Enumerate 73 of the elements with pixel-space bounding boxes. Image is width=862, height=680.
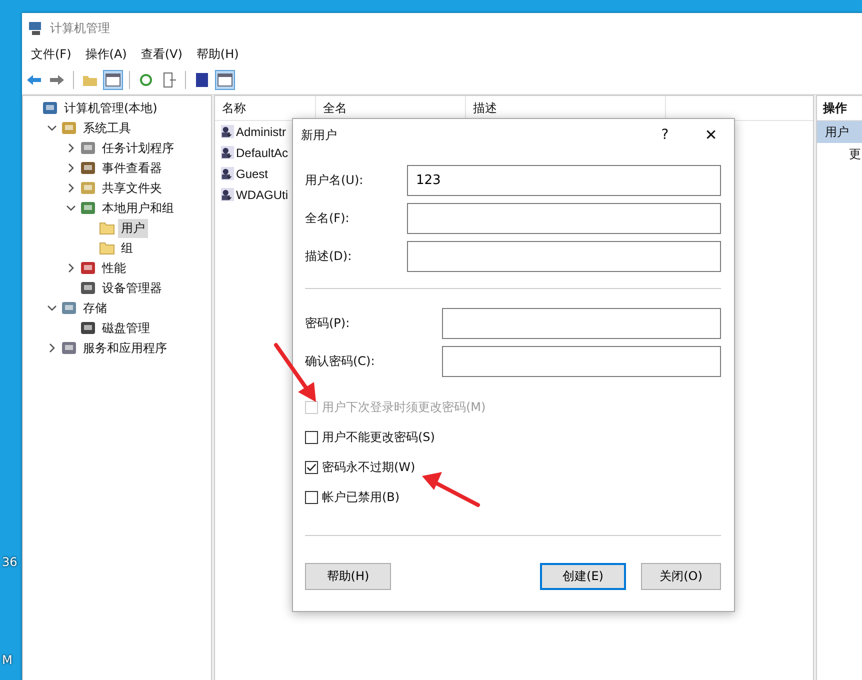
folder-icon (99, 240, 115, 256)
input-field[interactable] (407, 241, 721, 272)
tree-item[interactable]: 存储 (80, 298, 110, 318)
user-name[interactable]: WDAGUti (236, 188, 288, 202)
field-label: 描述(D): (305, 248, 353, 265)
tree-node-icon (80, 180, 96, 196)
tree-node-icon (80, 200, 96, 216)
dialog-button[interactable]: 创建(E) (540, 563, 626, 590)
tree-node-icon (61, 300, 77, 316)
user-name[interactable]: Administr (236, 124, 286, 138)
checkbox-label[interactable]: 帐户已禁用(B) (322, 488, 400, 506)
user-icon (220, 145, 235, 160)
dialog-button[interactable]: 帮助(H) (305, 563, 391, 590)
tree-item[interactable]: 用户 (118, 218, 148, 238)
pane-icon[interactable] (215, 70, 235, 90)
user-icon (220, 166, 235, 181)
tree-item[interactable]: 性能 (99, 258, 129, 278)
tree-item[interactable]: 磁盘管理 (99, 318, 153, 338)
password-field[interactable] (442, 308, 721, 339)
chevron-down-icon[interactable] (65, 203, 77, 213)
tree-item[interactable]: 系统工具 (80, 118, 134, 138)
tree-node-icon (80, 140, 96, 156)
folder-icon (99, 220, 115, 236)
tree-item[interactable]: 设备管理器 (99, 278, 165, 298)
tree-node-icon (61, 340, 77, 356)
field-label: 用户名(U): (305, 172, 364, 189)
user-icon (220, 187, 235, 202)
tree-node-icon (80, 160, 96, 176)
checkbox-label[interactable]: 用户不能更改密码(S) (322, 428, 435, 446)
tree-item[interactable]: 共享文件夹 (99, 178, 165, 198)
tree-node-icon (61, 120, 77, 136)
tree-node-icon (80, 280, 96, 296)
tree-item[interactable]: 计算机管理(本地) (61, 98, 160, 118)
input-field[interactable]: 123 (407, 165, 721, 196)
tree-item[interactable]: 本地用户和组 (99, 198, 177, 218)
menu-item[interactable]: 操作(A) (80, 44, 132, 65)
tree-item[interactable]: 组 (118, 238, 136, 258)
tree-node-icon (42, 100, 58, 116)
password-field[interactable] (442, 346, 721, 377)
checkbox[interactable] (305, 490, 318, 504)
computer-icon (28, 20, 44, 36)
input-field[interactable] (407, 203, 721, 234)
tree-node-icon (80, 320, 96, 336)
pane-icon[interactable] (103, 70, 123, 90)
desktop-icon-label: M (2, 653, 12, 667)
tree-item[interactable]: 任务计划程序 (99, 138, 177, 158)
checkbox[interactable] (305, 460, 318, 474)
field-label: 确认密码(C): (305, 353, 376, 370)
annotation-arrow (274, 343, 316, 402)
user-name[interactable]: Guest (236, 166, 268, 180)
tree-node-icon (80, 260, 96, 276)
field-label: 密码(P): (305, 315, 351, 332)
tree-item[interactable]: 事件查看器 (99, 158, 165, 178)
chevron-down-icon[interactable] (46, 303, 58, 313)
checkbox[interactable] (305, 430, 318, 444)
window-title: 计算机管理 (50, 20, 110, 36)
tree-item[interactable]: 服务和应用程序 (80, 338, 170, 358)
action-item[interactable]: 更 (817, 143, 862, 165)
action-item[interactable]: 用户 (817, 121, 862, 143)
dialog-button[interactable]: 关闭(O) (641, 563, 721, 590)
user-name[interactable]: DefaultAc (236, 146, 288, 160)
chevron-down-icon[interactable] (46, 123, 58, 133)
menu-item[interactable]: 查看(V) (136, 44, 188, 65)
dialog-title: 新用户 (301, 126, 338, 144)
menu-item[interactable]: 帮助(H) (191, 44, 244, 65)
desktop-icon-label: 36 (2, 555, 18, 569)
close-button[interactable]: ✕ (688, 126, 734, 144)
field-label: 全名(F): (305, 210, 350, 227)
annotation-arrow (422, 472, 480, 507)
menu-item[interactable]: 文件(F) (26, 44, 76, 65)
user-icon (220, 124, 235, 139)
checkbox-label[interactable]: 密码永不过期(W) (322, 458, 416, 476)
help-button[interactable]: ? (642, 127, 688, 143)
